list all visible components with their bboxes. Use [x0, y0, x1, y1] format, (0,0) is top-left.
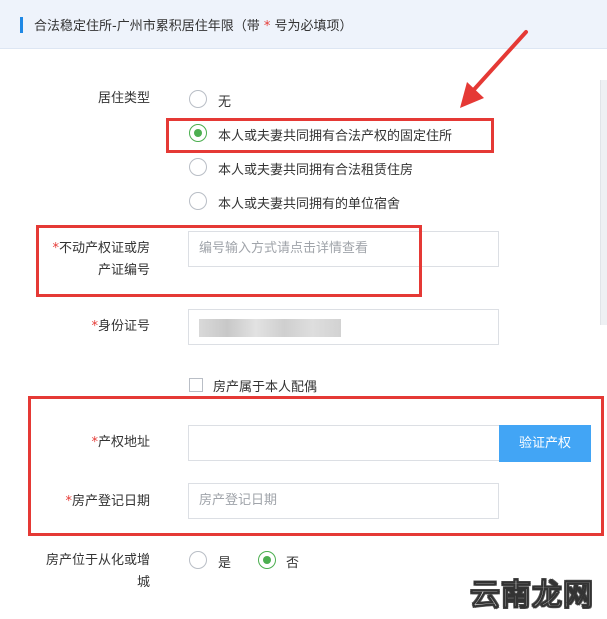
red-arrow-icon — [460, 30, 528, 108]
watermark-logo: 云南龙网 — [470, 578, 594, 614]
